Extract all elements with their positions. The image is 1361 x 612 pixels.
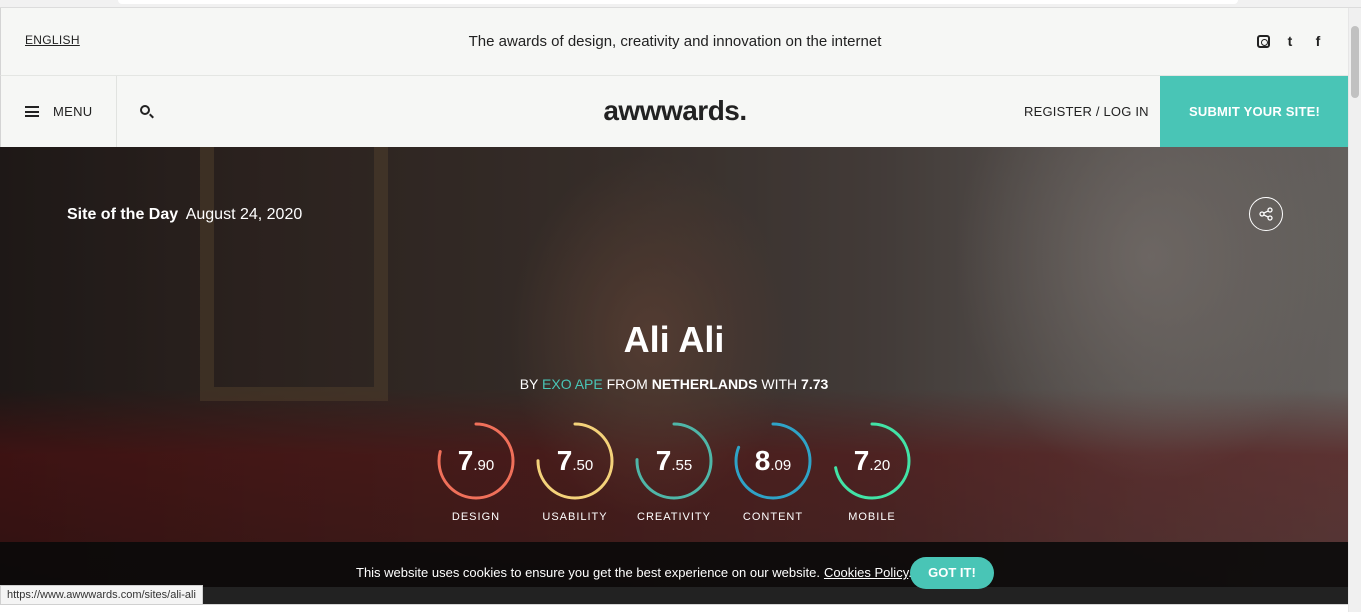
site-title: Ali Ali	[623, 319, 725, 360]
social-links: t f	[1257, 33, 1326, 49]
site-tagline: The awards of design, creativity and inn…	[468, 33, 882, 50]
twitter-icon[interactable]: t	[1282, 33, 1298, 49]
country-name: NETHERLANDS	[651, 376, 758, 392]
main-navbar: MENU awwwards. REGISTER / LOG IN SUBMIT …	[0, 76, 1349, 147]
window-bottom-edge	[0, 604, 1361, 612]
score-label-creativity: CREATIVITY	[637, 511, 711, 523]
vertical-scrollbar[interactable]	[1348, 8, 1361, 612]
accept-cookies-button[interactable]: GOT IT!	[910, 557, 994, 589]
score-whole: 8	[754, 445, 771, 476]
sotd-date: August 24, 2020	[185, 206, 303, 223]
score-decimal: .20	[869, 456, 891, 474]
scrollbar-thumb[interactable]	[1351, 26, 1359, 98]
score-label-design: DESIGN	[451, 511, 501, 523]
share-button[interactable]	[1249, 197, 1283, 231]
address-bar-edge	[118, 0, 1238, 4]
score-label-usability: USABILITY	[542, 511, 608, 523]
browser-chrome-top	[0, 0, 1361, 8]
site-of-the-day-heading: Site of the Day August 24, 2020	[67, 206, 302, 224]
top-bar: ENGLISH The awards of design, creativity…	[0, 8, 1348, 76]
score-label-mobile: MOBILE	[848, 511, 896, 523]
from-prefix: FROM	[606, 376, 648, 392]
score-whole: 7	[853, 445, 870, 476]
status-bar-url: https://www.awwwards.com/sites/ali-ali	[0, 585, 203, 605]
score-decimal: .90	[473, 456, 495, 474]
cookie-text: This website uses cookies to ensure you …	[356, 565, 820, 580]
by-prefix: BY	[519, 376, 539, 392]
register-login-link[interactable]: REGISTER / LOG IN	[1024, 104, 1149, 119]
score-decimal: .50	[572, 456, 594, 474]
instagram-icon[interactable]	[1257, 34, 1270, 48]
cookie-message: This website uses cookies to ensure you …	[356, 565, 912, 580]
score-whole: 7	[556, 445, 573, 476]
score-whole: 7	[655, 445, 672, 476]
score-circle-design: 7.90	[437, 422, 515, 500]
overall-score: 7.73	[801, 376, 829, 392]
site-byline: BY EXO APE FROM NETHERLANDS WITH 7.73	[0, 376, 1348, 392]
cookies-policy-link[interactable]: Cookies Policy	[824, 565, 908, 580]
hero-banner: Site of the Day August 24, 2020 Ali Ali …	[0, 147, 1348, 587]
score-decimal: .09	[770, 456, 792, 474]
sotd-label: Site of the Day	[67, 206, 179, 223]
submit-site-button[interactable]: SUBMIT YOUR SITE!	[1160, 76, 1349, 147]
score-label-content: CONTENT	[742, 511, 804, 523]
score-circle-creativity: 7.55	[635, 422, 713, 500]
score-decimal: .55	[671, 456, 693, 474]
author-link[interactable]: EXO APE	[542, 376, 603, 392]
score-circle-content: 8.09	[734, 422, 812, 500]
score-circle-usability: 7.50	[536, 422, 614, 500]
with-prefix: WITH	[761, 376, 798, 392]
share-icon	[1259, 207, 1273, 221]
facebook-icon[interactable]: f	[1310, 33, 1326, 49]
score-whole: 7	[457, 445, 474, 476]
score-circle-mobile: 7.20	[833, 422, 911, 500]
